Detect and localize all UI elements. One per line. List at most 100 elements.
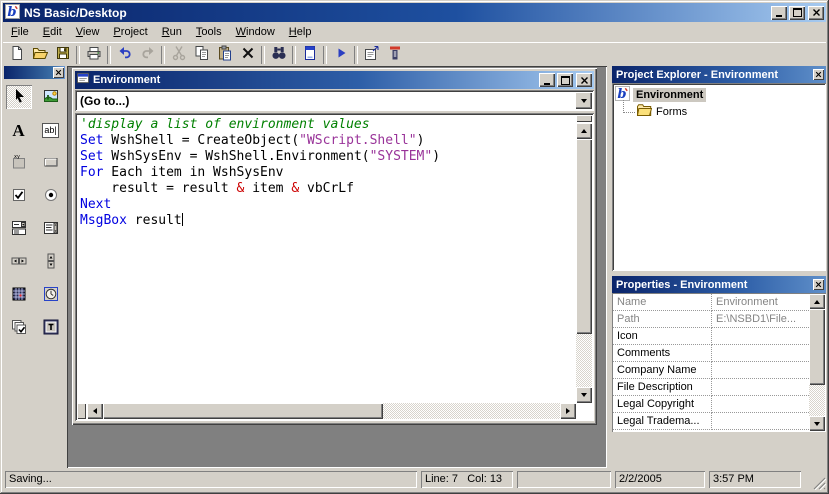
tool-listbox[interactable] xyxy=(38,217,64,241)
property-value[interactable]: E:\NSBD1\File... xyxy=(712,311,809,328)
menu-item-run[interactable]: Run xyxy=(155,24,189,40)
tool-checklist[interactable] xyxy=(6,316,32,340)
project-explorer-close-button[interactable] xyxy=(813,69,824,80)
paste-button[interactable] xyxy=(213,44,236,66)
tool-pointer[interactable] xyxy=(5,85,32,109)
tree-item-project[interactable]: b Environment xyxy=(615,85,826,103)
code-text[interactable]: 'display a list of environment values Set… xyxy=(77,115,576,403)
undo-button[interactable] xyxy=(113,44,136,66)
toolbox-close-button[interactable] xyxy=(53,67,64,78)
goto-dropdown-button[interactable] xyxy=(575,92,592,109)
menu-item-view[interactable]: View xyxy=(69,24,107,40)
goto-combobox[interactable]: (Go to...) xyxy=(75,90,594,111)
vscroll-icon xyxy=(43,253,59,272)
code-editor[interactable]: 'display a list of environment values Set… xyxy=(75,113,594,421)
properties-title-bar[interactable]: Properties - Environment xyxy=(612,276,826,293)
tree-item-label: Forms xyxy=(656,105,688,118)
cut-button[interactable] xyxy=(167,44,190,66)
tree-item-forms[interactable]: Forms xyxy=(615,100,826,120)
scrollbar-thumb[interactable] xyxy=(103,403,383,419)
tool-checkbox[interactable] xyxy=(6,184,32,208)
arrow-left-icon xyxy=(93,408,97,414)
copy-button[interactable] xyxy=(190,44,213,66)
status-panel-line-col: Line: 7 Col: 13 xyxy=(421,471,513,488)
maximize-icon xyxy=(792,8,802,17)
tool-timer[interactable] xyxy=(38,283,64,307)
scrollbar-thumb[interactable] xyxy=(809,309,825,385)
scroll-down-button[interactable] xyxy=(809,416,825,431)
delete-button[interactable] xyxy=(236,44,259,66)
tool-hscroll[interactable] xyxy=(6,250,32,274)
deploy-button[interactable] xyxy=(298,44,321,66)
code-window-maximize-button[interactable] xyxy=(557,73,573,87)
property-value[interactable] xyxy=(712,396,809,413)
new-button[interactable] xyxy=(5,44,28,66)
pointer-icon xyxy=(11,88,27,107)
tool-textbox[interactable]: ab| xyxy=(38,118,64,142)
project-properties-button[interactable] xyxy=(383,44,406,66)
toolbox-title-bar[interactable] xyxy=(4,66,65,79)
print-button[interactable] xyxy=(82,44,105,66)
window-title: NS Basic/Desktop xyxy=(24,5,127,20)
code-window-title-bar[interactable]: Environment xyxy=(75,71,594,89)
property-value[interactable] xyxy=(712,362,809,379)
code-window-close-button[interactable] xyxy=(576,73,592,87)
property-value[interactable] xyxy=(712,413,809,430)
property-value[interactable] xyxy=(712,328,809,345)
code-window-minimize-button[interactable] xyxy=(539,73,555,87)
tool-frame[interactable]: xy xyxy=(6,151,32,175)
close-button[interactable] xyxy=(808,5,824,20)
resize-grip[interactable] xyxy=(811,475,826,490)
property-value[interactable] xyxy=(712,345,809,362)
properties-button[interactable] xyxy=(360,44,383,66)
tool-grid[interactable] xyxy=(6,283,32,307)
property-name: Legal Tradema... xyxy=(613,413,712,430)
menu-item-project[interactable]: Project xyxy=(106,24,154,40)
property-name: Name xyxy=(613,294,712,311)
tool-picture[interactable] xyxy=(38,85,64,109)
menu-item-file[interactable]: File xyxy=(4,24,36,40)
maximize-button[interactable] xyxy=(789,5,805,20)
save-button[interactable] xyxy=(51,44,74,66)
property-value[interactable]: Environment xyxy=(712,294,809,311)
status-panel-time: 3:57 PM xyxy=(709,471,801,488)
option-icon xyxy=(43,187,59,206)
properties-close-button[interactable] xyxy=(813,279,824,290)
tool-form[interactable] xyxy=(38,316,64,340)
minimize-button[interactable] xyxy=(771,5,787,20)
tool-combobox[interactable] xyxy=(6,217,32,241)
find-button[interactable] xyxy=(267,44,290,66)
tool-vscroll[interactable] xyxy=(38,250,64,274)
property-value[interactable] xyxy=(712,379,809,396)
project-explorer-title-bar[interactable]: Project Explorer - Environment xyxy=(612,66,826,83)
title-bar[interactable]: b NS Basic/Desktop xyxy=(3,3,826,22)
tool-option[interactable] xyxy=(38,184,64,208)
menu-item-window[interactable]: Window xyxy=(229,24,282,40)
scrollbar-track[interactable] xyxy=(576,334,592,387)
toolbar-separator xyxy=(161,45,165,64)
redo-button[interactable] xyxy=(136,44,159,66)
properties-scrollbar[interactable] xyxy=(809,294,825,431)
tool-label[interactable]: A xyxy=(6,118,32,142)
scrollbar-track[interactable] xyxy=(383,403,560,419)
menu-item-edit[interactable]: Edit xyxy=(36,24,69,40)
horizontal-scrollbar[interactable] xyxy=(77,403,576,419)
timer-icon xyxy=(43,286,59,305)
menu-item-help[interactable]: Help xyxy=(282,24,319,40)
split-handle[interactable] xyxy=(576,115,592,122)
tool-button[interactable] xyxy=(38,151,64,175)
vertical-scrollbar[interactable] xyxy=(576,115,592,403)
run-button[interactable] xyxy=(329,44,352,66)
scroll-up-button[interactable] xyxy=(809,294,825,309)
scroll-up-button[interactable] xyxy=(576,123,592,139)
button-icon xyxy=(43,154,59,173)
open-button[interactable] xyxy=(28,44,51,66)
scrollbar-thumb[interactable] xyxy=(576,139,592,334)
scroll-left-button[interactable] xyxy=(87,403,103,419)
listbox-icon xyxy=(43,220,59,239)
scroll-down-button[interactable] xyxy=(576,387,592,403)
scrollbar-track[interactable] xyxy=(809,385,825,416)
split-handle[interactable] xyxy=(77,403,86,419)
menu-item-tools[interactable]: Tools xyxy=(189,24,229,40)
scroll-right-button[interactable] xyxy=(560,403,576,419)
